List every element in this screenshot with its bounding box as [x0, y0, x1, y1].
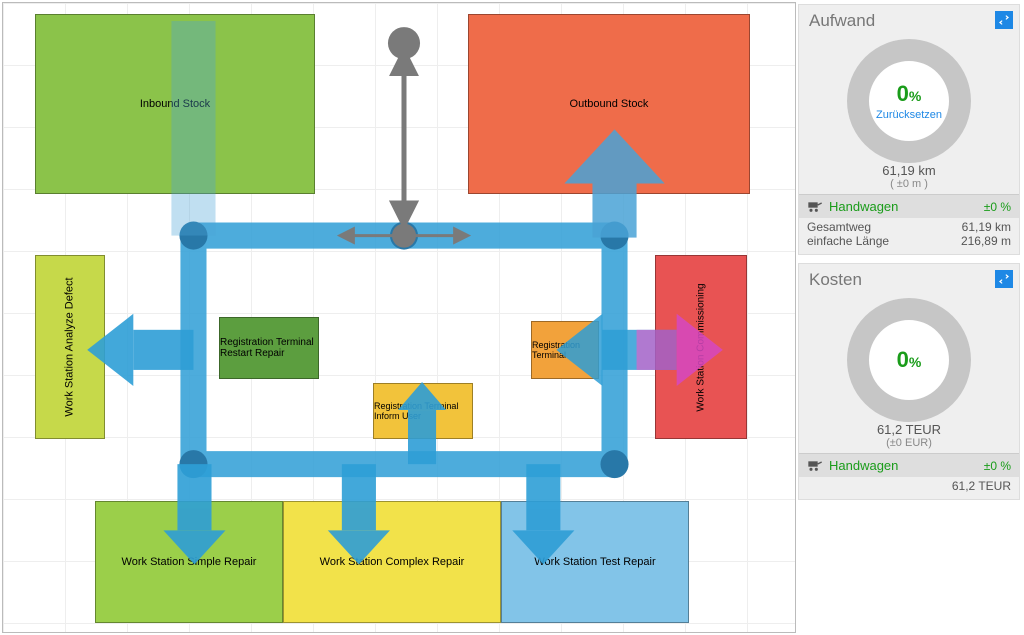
flow-overlay [3, 3, 795, 634]
sidebar: Aufwand 0% Zurücksetzen 61,19 km ( ±0 m … [798, 0, 1024, 635]
swap-icon[interactable] [995, 11, 1013, 29]
donut-percent: 0% [897, 81, 922, 107]
panel-title: Kosten [799, 264, 1019, 292]
legend-row[interactable]: Handwagen ±0 % [799, 453, 1019, 477]
panel-effort: Aufwand 0% Zurücksetzen 61,19 km ( ±0 m … [798, 4, 1020, 255]
donut-effort: 0% Zurücksetzen 61,19 km ( ±0 m ) [799, 33, 1019, 194]
app-root: Inbound Stock Outbound Stock Work Statio… [0, 0, 1024, 635]
metric-value: 61,2 TEUR (±0 EUR) [877, 422, 941, 449]
donut-chart: 0% Zurücksetzen [847, 39, 971, 163]
panel-cost: Kosten 0% 61,2 TEUR (±0 EUR) Handwagen ±… [798, 263, 1020, 500]
cart-icon [807, 201, 823, 213]
panel-title: Aufwand [799, 5, 1019, 33]
reset-link[interactable]: Zurücksetzen [876, 109, 942, 121]
legend-delta: ±0 % [984, 200, 1011, 214]
legend-delta: ±0 % [984, 459, 1011, 473]
metric-rows: 61,2 TEUR [799, 477, 1019, 499]
cart-icon [807, 460, 823, 472]
legend-row[interactable]: Handwagen ±0 % [799, 194, 1019, 218]
donut-cost: 0% 61,2 TEUR (±0 EUR) [799, 292, 1019, 453]
legend-name: Handwagen [829, 199, 978, 214]
layout-canvas[interactable]: Inbound Stock Outbound Stock Work Statio… [2, 2, 796, 633]
donut-percent: 0% [897, 347, 922, 373]
legend-name: Handwagen [829, 458, 978, 473]
swap-icon[interactable] [995, 270, 1013, 288]
donut-chart: 0% [847, 298, 971, 422]
metric-value: 61,19 km ( ±0 m ) [882, 163, 935, 190]
metric-rows: Gesamtweg61,19 km einfache Länge216,89 m [799, 218, 1019, 254]
